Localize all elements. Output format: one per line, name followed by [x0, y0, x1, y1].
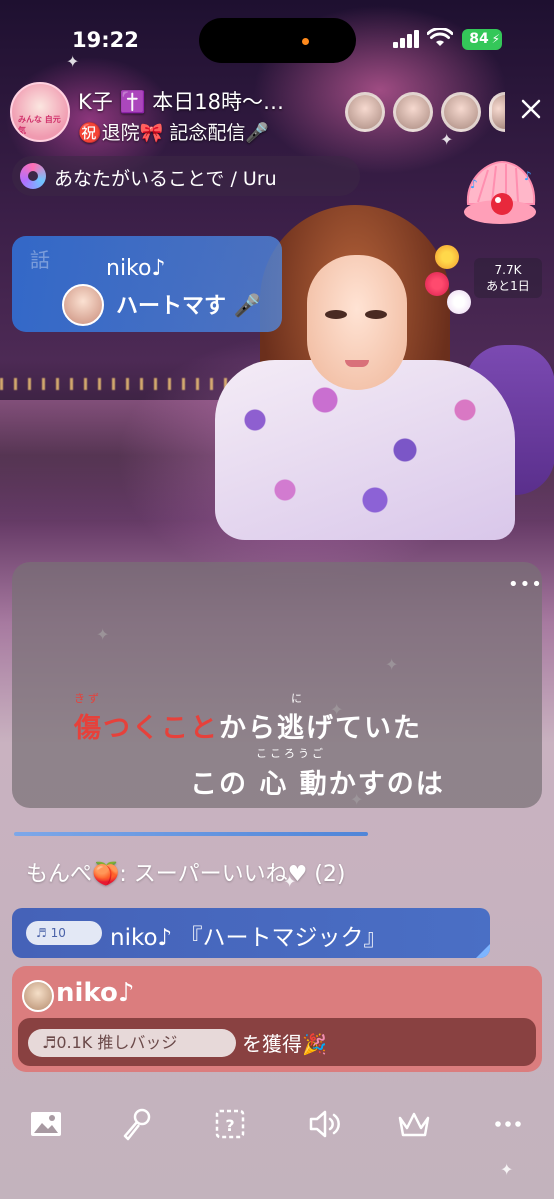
lyric-line-current: 傷つくことから逃げていた	[74, 706, 422, 745]
counter-remaining: あと1日	[486, 279, 530, 293]
sparkle-decoration: ✦	[500, 1160, 514, 1179]
viewer-avatar[interactable]	[489, 92, 505, 132]
streamer-eye-right	[365, 310, 387, 319]
gift-watermark: 話	[30, 248, 50, 272]
bottom-toolbar: ?	[0, 1090, 554, 1160]
badge-award-row: ♬0.1K 推しバッジ を獲得🎉	[18, 1018, 536, 1066]
lyric-sung-part: 傷つくこと	[74, 713, 219, 744]
lyric-ruby-kizu: きず	[74, 692, 102, 705]
badge-award-message[interactable]: niko♪ ♬0.1K 推しバッジ を獲得🎉	[12, 966, 542, 1072]
home-indicator	[170, 1183, 384, 1189]
crown-icon[interactable]	[396, 1106, 432, 1142]
recording-indicator	[302, 38, 309, 45]
close-icon[interactable]	[516, 94, 546, 124]
lyrics-progress-bar	[14, 832, 368, 836]
oshi-badge-pill: ♬0.1K 推しバッジ	[28, 1029, 236, 1057]
badge-user-name: niko♪	[56, 978, 135, 1008]
stream-subtitle: ㊗️退院🎀 記念配信🎤	[78, 122, 270, 144]
more-options-icon[interactable]: •••	[508, 574, 543, 595]
viewer-avatar[interactable]	[393, 92, 433, 132]
more-icon[interactable]	[490, 1106, 526, 1142]
clock: 19:22	[72, 28, 139, 52]
song-title: あなたがいることで / Uru	[54, 168, 277, 190]
viewer-avatar[interactable]	[345, 92, 385, 132]
now-playing-song[interactable]: あなたがいることで / Uru	[12, 156, 360, 196]
dynamic-island	[199, 18, 356, 63]
lyric-ruby-kokoro-ugo: こころうご	[256, 747, 326, 760]
speaker-icon[interactable]	[306, 1106, 342, 1142]
cellular-signal-icon	[393, 30, 421, 48]
lyric-rest-part: から逃げていた	[219, 713, 422, 744]
badge-award-text: を獲得🎉	[242, 1032, 327, 1056]
gift-notification[interactable]: 話 niko♪ ハートマす 🎤	[12, 236, 282, 332]
host-name[interactable]: K子 ✝️ 本日18時〜…	[78, 86, 284, 116]
host-avatar[interactable]: みんな 自元気	[10, 82, 70, 142]
battery-level: 84	[469, 31, 489, 47]
counter-value: 7.7K	[494, 263, 522, 277]
shell-gift-icon[interactable]: ♪ ♪	[458, 158, 542, 230]
svg-text:?: ?	[225, 1116, 234, 1135]
song-request-text: niko♪ 『ハートマジック』	[110, 925, 387, 951]
streamer-mouth	[345, 360, 369, 367]
microphone-icon[interactable]	[118, 1106, 154, 1142]
svg-text:♪: ♪	[524, 169, 532, 183]
viewer-avatar[interactable]	[441, 92, 481, 132]
question-icon[interactable]: ?	[212, 1106, 248, 1142]
sparkle-decoration: ✦	[440, 130, 454, 149]
battery-indicator: 84 ⚡	[462, 29, 502, 50]
gift-user-avatar	[62, 284, 104, 326]
lyric-ruby-ni: に	[291, 692, 305, 705]
super-like-comment: もんぺ🍑: スーパーいいね♥ (2)	[26, 862, 346, 887]
event-counter-badge[interactable]: 7.7K あと1日	[474, 258, 542, 298]
gift-user-name: niko♪	[106, 256, 166, 281]
gift-message: ハートマす 🎤	[116, 294, 262, 319]
streamer-eye-left	[325, 310, 347, 319]
viewer-avatars[interactable]	[345, 92, 505, 132]
request-count-tag: ♬ 10	[26, 921, 102, 945]
charging-bolt-icon: ⚡	[491, 32, 500, 46]
song-request-message[interactable]: ♬ 10 niko♪ 『ハートマジック』	[12, 908, 490, 958]
wifi-icon	[427, 28, 453, 46]
badge-user-avatar	[22, 980, 54, 1012]
streamer-face	[307, 255, 407, 390]
status-bar: 19:22 84 ⚡	[0, 0, 554, 80]
image-icon[interactable]	[28, 1106, 64, 1142]
music-disc-icon	[20, 163, 46, 189]
host-avatar-text: みんな 自元気	[18, 115, 61, 135]
svg-text:♪: ♪	[470, 177, 478, 191]
lyric-line-next: この 心 動かすのは	[190, 769, 445, 800]
